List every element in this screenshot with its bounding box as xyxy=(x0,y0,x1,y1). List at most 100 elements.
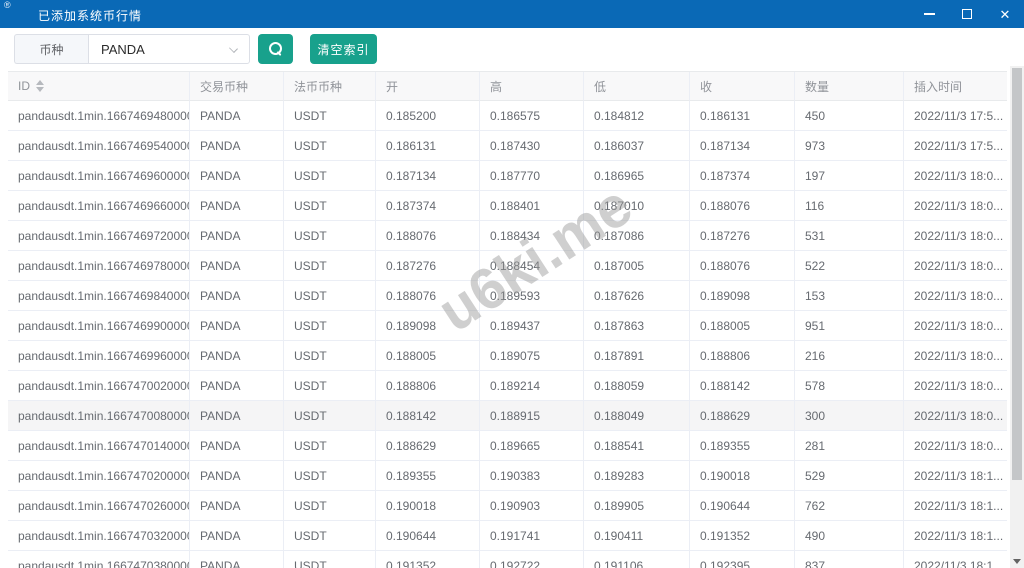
table-cell: 2022/11/3 18:0... xyxy=(904,281,1007,311)
table-cell: 0.187276 xyxy=(690,221,795,251)
table-row[interactable]: pandausdt.1min.1667470200000 PANDA USDT 0.1… xyxy=(8,461,1007,491)
table-cell: pandausdt.1min.1667470200000 xyxy=(8,461,190,491)
table-cell: 0.189665 xyxy=(480,431,584,461)
column-header-fiat-coin: 法币币种 xyxy=(284,72,376,101)
table-cell: 0.188629 xyxy=(690,401,795,431)
table-row[interactable]: pandausdt.1min.1667469960000 PANDA USDT 0.1… xyxy=(8,341,1007,371)
table-cell: 0.190903 xyxy=(480,491,584,521)
table-cell: 0.188076 xyxy=(376,281,480,311)
table-cell: 0.187374 xyxy=(376,191,480,221)
coin-select-value: PANDA xyxy=(101,41,145,57)
scrollbar-thumb[interactable] xyxy=(1012,68,1022,480)
table-row[interactable]: pandausdt.1min.1667469900000 PANDA USDT 0.1… xyxy=(8,311,1007,341)
table-cell: 2022/11/3 18:0... xyxy=(904,401,1007,431)
clear-index-button[interactable]: 清空索引 xyxy=(310,34,377,64)
table-cell: 0.190018 xyxy=(690,461,795,491)
table-row[interactable]: pandausdt.1min.1667469540000 PANDA USDT 0.1… xyxy=(8,131,1007,161)
table-cell: 2022/11/3 18:1... xyxy=(904,461,1007,491)
table-cell: 0.187863 xyxy=(584,311,690,341)
table-cell: PANDA xyxy=(190,341,284,371)
column-header-close: 收 xyxy=(690,72,795,101)
table-cell: 0.188005 xyxy=(690,311,795,341)
table-cell: 2022/11/3 18:0... xyxy=(904,431,1007,461)
table-cell: USDT xyxy=(284,521,376,551)
table-cell: USDT xyxy=(284,161,376,191)
table-cell: 0.187010 xyxy=(584,191,690,221)
table-cell: USDT xyxy=(284,491,376,521)
table-cell: 0.185200 xyxy=(376,101,480,131)
table-row[interactable]: pandausdt.1min.1667469480000 PANDA USDT 0.1… xyxy=(8,101,1007,131)
table-cell: 0.189214 xyxy=(480,371,584,401)
table-cell: PANDA xyxy=(190,161,284,191)
table-cell: PANDA xyxy=(190,101,284,131)
vertical-scrollbar[interactable] xyxy=(1010,66,1024,568)
close-button[interactable]: ✕ xyxy=(986,0,1024,28)
table-cell: 529 xyxy=(795,461,904,491)
sort-icon[interactable] xyxy=(36,80,44,92)
table-cell: pandausdt.1min.1667469720000 xyxy=(8,221,190,251)
table-cell: 0.188806 xyxy=(690,341,795,371)
table-cell: 2022/11/3 18:0... xyxy=(904,221,1007,251)
table-cell: 197 xyxy=(795,161,904,191)
column-header-insert-time: 插入时间 xyxy=(904,72,1007,101)
table-row[interactable]: pandausdt.1min.1667469780000 PANDA USDT 0.1… xyxy=(8,251,1007,281)
table-row[interactable]: pandausdt.1min.1667470260000 PANDA USDT 0.1… xyxy=(8,491,1007,521)
table-cell: PANDA xyxy=(190,431,284,461)
table-cell: 0.189437 xyxy=(480,311,584,341)
app-window: ® 已添加系统币行情 ✕ 币种 PANDA 清空索引 ID 交易币种 法币币种 … xyxy=(0,0,1024,568)
table-cell: 0.189098 xyxy=(376,311,480,341)
column-header-low: 低 xyxy=(584,72,690,101)
table-cell: 0.188915 xyxy=(480,401,584,431)
table-cell: PANDA xyxy=(190,371,284,401)
table-cell: PANDA xyxy=(190,551,284,568)
table-cell: 153 xyxy=(795,281,904,311)
table-row[interactable]: pandausdt.1min.1667469840000 PANDA USDT 0.1… xyxy=(8,281,1007,311)
maximize-icon xyxy=(962,9,972,19)
table-row[interactable]: pandausdt.1min.1667470320000 PANDA USDT 0.1… xyxy=(8,521,1007,551)
table-cell: pandausdt.1min.1667469660000 xyxy=(8,191,190,221)
table-cell: 0.188629 xyxy=(376,431,480,461)
table-cell: PANDA xyxy=(190,281,284,311)
table-cell: 0.189905 xyxy=(584,491,690,521)
minimize-icon xyxy=(923,13,935,15)
table-cell: PANDA xyxy=(190,221,284,251)
table-cell: 0.188005 xyxy=(376,341,480,371)
table-cell: 0.189283 xyxy=(584,461,690,491)
table-cell: 0.187626 xyxy=(584,281,690,311)
table-row[interactable]: pandausdt.1min.1667470140000 PANDA USDT 0.1… xyxy=(8,431,1007,461)
table-cell: 0.192395 xyxy=(690,551,795,568)
column-header-trade-coin: 交易币种 xyxy=(190,72,284,101)
table-row[interactable]: pandausdt.1min.1667470380000 PANDA USDT 0.1… xyxy=(8,551,1007,568)
table-cell: USDT xyxy=(284,371,376,401)
table-cell: 0.187134 xyxy=(690,131,795,161)
table-cell: 0.187134 xyxy=(376,161,480,191)
table-row[interactable]: pandausdt.1min.1667470020000 PANDA USDT 0.1… xyxy=(8,371,1007,401)
table-row[interactable]: pandausdt.1min.1667470080000 PANDA USDT 0.1… xyxy=(8,401,1007,431)
table-cell: 0.191741 xyxy=(480,521,584,551)
table-row[interactable]: pandausdt.1min.1667469660000 PANDA USDT 0.1… xyxy=(8,191,1007,221)
table-cell: 0.189355 xyxy=(376,461,480,491)
coin-filter-group: 币种 PANDA xyxy=(14,34,250,64)
table-body: pandausdt.1min.1667469480000 PANDA USDT 0.1… xyxy=(8,101,1007,568)
minimize-button[interactable] xyxy=(910,0,948,28)
table-row[interactable]: pandausdt.1min.1667469720000 PANDA USDT 0.1… xyxy=(8,221,1007,251)
table-cell: 0.188434 xyxy=(480,221,584,251)
table-cell: 951 xyxy=(795,311,904,341)
market-table: ID 交易币种 法币币种 开 高 低 收 数量 插入时间 pandausdt.1… xyxy=(8,71,1007,568)
table-cell: 0.187005 xyxy=(584,251,690,281)
table-cell: 762 xyxy=(795,491,904,521)
search-button[interactable] xyxy=(258,34,293,64)
table-row[interactable]: pandausdt.1min.1667469600000 PANDA USDT 0.1… xyxy=(8,161,1007,191)
table-cell: USDT xyxy=(284,311,376,341)
table-cell: PANDA xyxy=(190,461,284,491)
maximize-button[interactable] xyxy=(948,0,986,28)
registered-mark-icon: ® xyxy=(4,0,11,10)
table-cell: 0.187374 xyxy=(690,161,795,191)
table-cell: 2022/11/3 18:1... xyxy=(904,551,1007,568)
search-icon xyxy=(268,42,283,56)
scrollbar-down-button[interactable] xyxy=(1010,555,1024,568)
column-header-high: 高 xyxy=(480,72,584,101)
column-header-id[interactable]: ID xyxy=(8,72,190,101)
table-cell: 2022/11/3 18:0... xyxy=(904,371,1007,401)
coin-select[interactable]: PANDA xyxy=(88,34,250,64)
